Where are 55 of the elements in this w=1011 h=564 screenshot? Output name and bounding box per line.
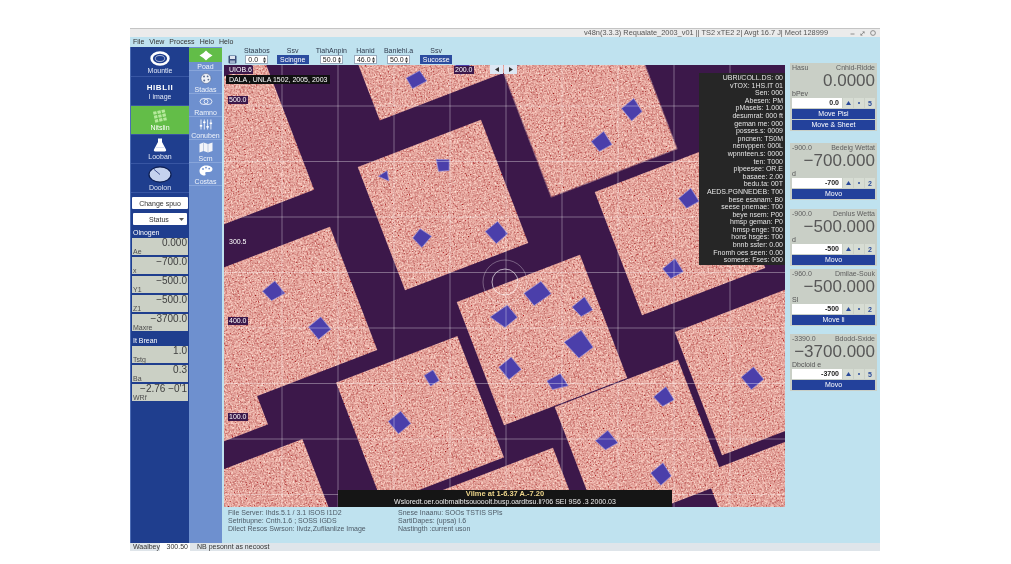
step-up-button[interactable] xyxy=(843,178,853,188)
dot-button[interactable] xyxy=(854,178,864,188)
palette-icon xyxy=(198,165,213,176)
flask-icon xyxy=(153,138,167,152)
next-button[interactable] xyxy=(504,65,517,74)
step-up-button[interactable] xyxy=(843,369,853,379)
position-readout: −3700.000 xyxy=(793,343,875,361)
logo-text: HIBLII xyxy=(146,82,174,92)
right-arrow-icon xyxy=(508,67,513,72)
dot-button[interactable] xyxy=(854,369,864,379)
position-readout: −500.000 xyxy=(802,218,875,236)
dot-button[interactable] xyxy=(854,304,864,314)
up-arrow-icon xyxy=(845,307,851,311)
dot-button[interactable] xyxy=(854,98,864,108)
readout-value: 0.3 xyxy=(172,365,187,375)
up-arrow-icon xyxy=(845,181,851,185)
spin-arrows-icon xyxy=(263,56,267,63)
dot-button[interactable] xyxy=(854,244,864,254)
resize-icon xyxy=(860,30,865,36)
dial-icon xyxy=(148,165,172,183)
save-icon xyxy=(228,55,237,64)
up-arrow-icon xyxy=(845,101,851,105)
readout-value: −500.0 xyxy=(155,295,187,305)
readout-value: 1.0 xyxy=(172,346,187,356)
step-up-button[interactable] xyxy=(843,304,853,314)
spin-arrows-icon xyxy=(405,56,409,63)
up-arrow-icon xyxy=(845,372,851,376)
step-up-button[interactable] xyxy=(843,244,853,254)
ring-icon xyxy=(150,50,170,66)
rings-icon xyxy=(198,96,213,107)
up-arrow-icon xyxy=(845,247,851,251)
readout-value: 0.000 xyxy=(160,238,187,248)
sliders-icon xyxy=(198,119,213,130)
readout-value: −3700.0 xyxy=(149,314,187,324)
position-readout: −500.000 xyxy=(802,278,875,296)
spin-arrows-icon xyxy=(371,56,375,63)
left-arrow-icon xyxy=(494,67,499,72)
position-readout: −700.000 xyxy=(802,152,875,170)
save-button[interactable] xyxy=(228,55,237,64)
spin-arrows-icon xyxy=(337,56,341,63)
step-up-button[interactable] xyxy=(843,98,853,108)
diamond-icon xyxy=(198,50,213,61)
readout-value: −500.0 xyxy=(155,276,187,286)
minimize-icon xyxy=(850,30,855,36)
previous-button[interactable] xyxy=(490,65,503,74)
readout-value: −2.76 −0'1 xyxy=(139,384,187,394)
position-readout: 0.0000 xyxy=(822,72,875,90)
palette-icon xyxy=(198,73,213,84)
grid-icon xyxy=(152,109,168,123)
circle-icon xyxy=(870,30,876,36)
crosshair-icon xyxy=(482,259,528,305)
readout-value: −700.0 xyxy=(155,257,187,267)
resize-button[interactable] xyxy=(860,30,865,36)
map-icon xyxy=(198,142,213,153)
caret-icon xyxy=(179,217,184,221)
